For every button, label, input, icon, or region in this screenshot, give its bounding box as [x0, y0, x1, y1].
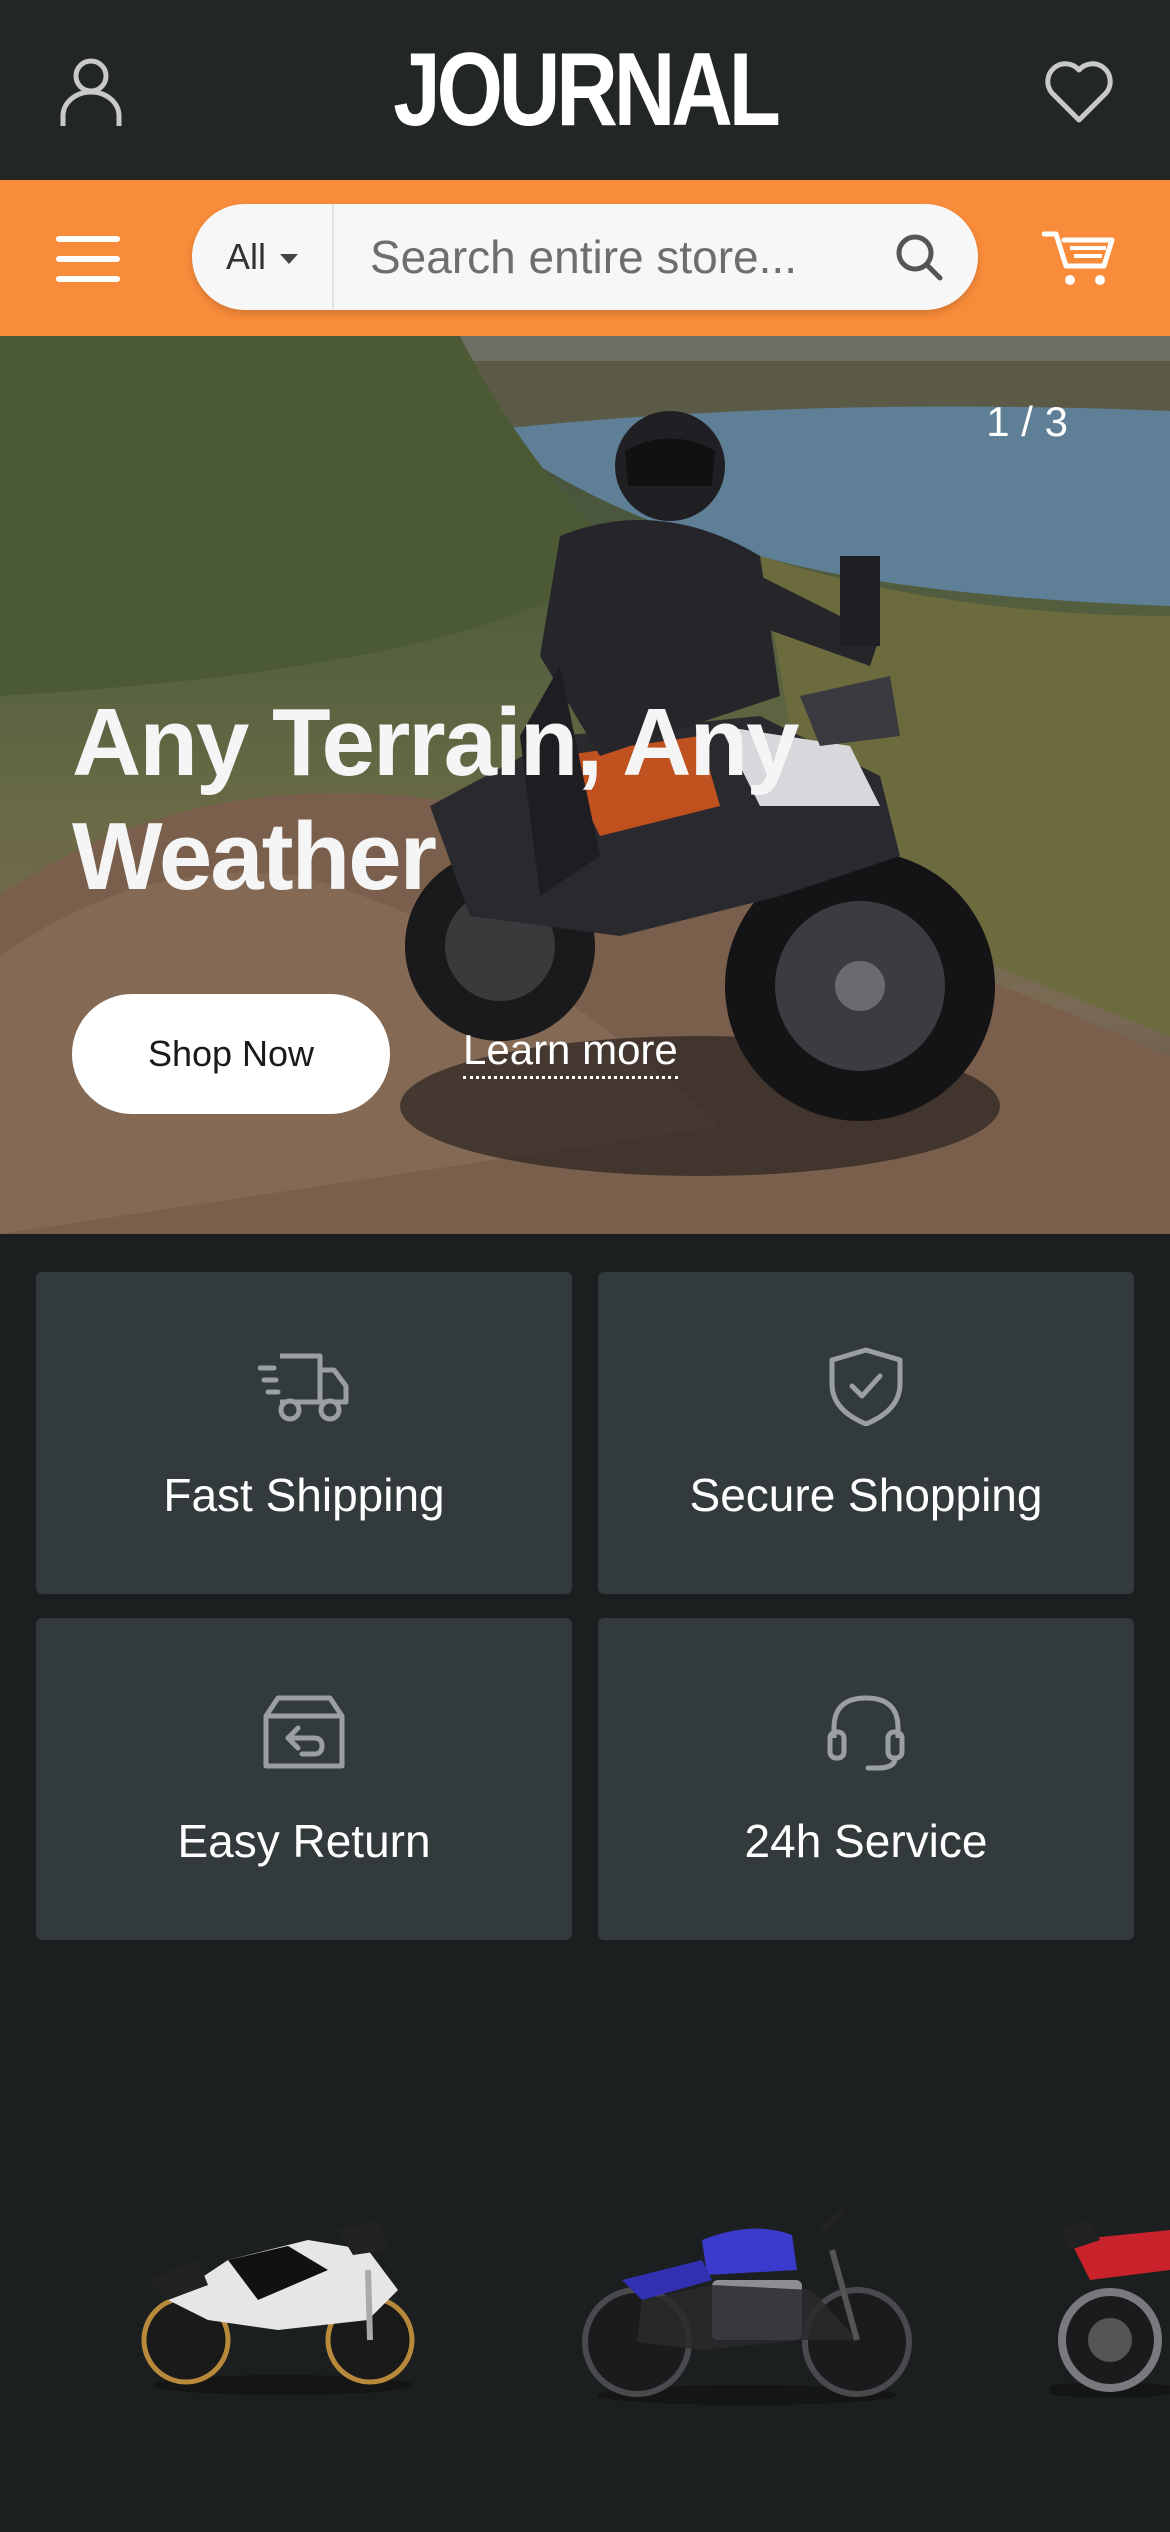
cart-icon[interactable] — [1042, 226, 1116, 288]
hero-slide[interactable]: 1 / 3 Any Terrain, Any Weather Shop Now … — [0, 336, 1170, 1234]
product-image-cafe-racer[interactable] — [582, 2190, 912, 2410]
category-select[interactable]: All — [192, 204, 334, 310]
feature-card-fast-shipping[interactable]: Fast Shipping — [36, 1272, 572, 1594]
truck-icon — [258, 1353, 349, 1422]
feature-label: Easy Return — [177, 1815, 431, 1867]
category-label: All — [225, 236, 266, 277]
feature-card-secure-shopping[interactable]: Secure Shopping — [598, 1272, 1134, 1594]
search-bar: All — [0, 180, 1170, 336]
heart-icon[interactable] — [1044, 60, 1114, 124]
return-box-icon — [263, 1695, 345, 1769]
learn-more-link[interactable]: Learn more — [463, 1026, 678, 1079]
headset-icon — [827, 1695, 905, 1771]
top-header: JOURNAL — [0, 0, 1170, 180]
feature-label: 24h Service — [744, 1815, 988, 1867]
caret-down-icon — [280, 254, 298, 264]
hero-title: Any Terrain, Any Weather — [72, 689, 800, 910]
site-logo[interactable]: JOURNAL — [105, 38, 1064, 142]
search-icon[interactable] — [894, 232, 944, 282]
search-input[interactable] — [370, 224, 850, 290]
feature-label: Secure Shopping — [689, 1469, 1043, 1521]
product-image-sportbike[interactable] — [138, 2190, 428, 2400]
shield-check-icon — [829, 1347, 903, 1426]
shop-now-button[interactable]: Shop Now — [72, 994, 390, 1114]
product-carousel — [0, 2150, 1170, 2430]
product-image-roadster-partial[interactable] — [1050, 2200, 1170, 2400]
feature-label: Fast Shipping — [163, 1469, 445, 1521]
search-box: All — [192, 204, 978, 310]
hamburger-icon[interactable] — [54, 232, 124, 286]
feature-card-easy-return[interactable]: Easy Return — [36, 1618, 572, 1940]
slide-counter: 1 / 3 — [986, 398, 1068, 445]
feature-card-24h-service[interactable]: 24h Service — [598, 1618, 1134, 1940]
